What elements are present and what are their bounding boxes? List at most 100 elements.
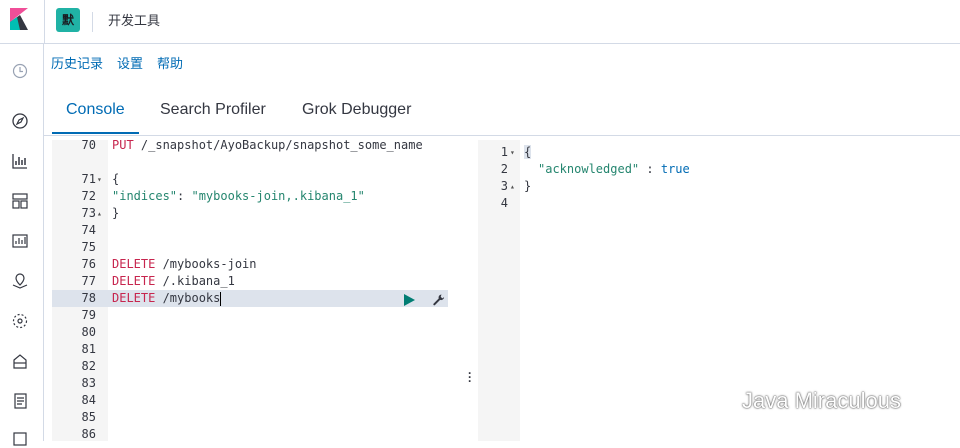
drag-handle-icon[interactable]: · · · xyxy=(467,367,473,387)
response-line: 3 ▴ } xyxy=(478,178,960,195)
code-text: PUT /_snapshot/AyoBackup/snapshot_some_n… xyxy=(112,140,423,154)
line-number: 77 xyxy=(81,274,96,288)
line-number: 4 xyxy=(500,196,508,210)
editor-line: 76 DELETE /mybooks-join xyxy=(52,256,448,273)
discover-compass-icon[interactable] xyxy=(11,112,29,130)
tab-grok-debugger[interactable]: Grok Debugger xyxy=(288,88,425,132)
request-path: /mybooks-join xyxy=(155,257,257,271)
json-value: "mybooks-join,.kibana_1" xyxy=(191,189,365,203)
header-divider xyxy=(44,0,45,44)
http-method: PUT xyxy=(112,140,134,152)
editor-line: 85 xyxy=(52,409,448,426)
editor-line: 70 PUT /_snapshot/AyoBackup/snapshot_som… xyxy=(52,140,448,154)
wrench-icon[interactable] xyxy=(432,293,446,307)
line-number: 82 xyxy=(81,359,96,373)
panel-resizer[interactable] xyxy=(463,136,477,441)
line-number: 83 xyxy=(81,376,96,390)
visualize-chart-icon[interactable] xyxy=(11,152,29,170)
editor-line: 82 xyxy=(52,358,448,375)
code-text: DELETE /mybooks-join xyxy=(112,256,257,273)
request-path: /.kibana_1 xyxy=(155,274,235,288)
kibana-logo-icon[interactable] xyxy=(8,8,30,30)
code-text: { xyxy=(524,144,532,161)
json-key: "indices" xyxy=(112,189,178,203)
code-text: { xyxy=(112,172,120,186)
maps-icon[interactable] xyxy=(11,272,29,290)
editor-line: 75 xyxy=(52,239,448,256)
line-number: 78 xyxy=(81,291,96,305)
request-editor[interactable]: 70 PUT /_snapshot/AyoBackup/snapshot_som… xyxy=(52,140,448,441)
editor-line: 77 DELETE /.kibana_1 xyxy=(52,273,448,290)
wechat-icon xyxy=(701,390,732,414)
code-text: DELETE /mybooks xyxy=(112,290,222,307)
ml-icon[interactable] xyxy=(11,312,29,330)
line-number: 74 xyxy=(81,223,96,237)
code-text: } xyxy=(112,206,120,220)
fold-open-icon[interactable]: ▾ xyxy=(510,144,515,161)
request-path: /_snapshot/AyoBackup/snapshot_some_name xyxy=(133,140,423,152)
line-number: 3 xyxy=(500,179,508,193)
text-cursor xyxy=(220,291,222,306)
response-line: 1 ▾ { xyxy=(478,144,960,161)
fold-close-icon[interactable]: ▴ xyxy=(97,205,102,222)
top-header: 默 开发工具 xyxy=(0,0,960,44)
left-nav xyxy=(0,44,44,446)
json-value: true xyxy=(660,162,690,176)
line-number: 81 xyxy=(81,342,96,356)
editor-line: 74 xyxy=(52,222,448,239)
infrastructure-icon[interactable] xyxy=(11,352,29,370)
space-avatar[interactable]: 默 xyxy=(56,8,80,32)
devtools-tabs: Console Search Profiler Grok Debugger xyxy=(52,88,960,134)
editor-line: 73 ▴ } xyxy=(52,205,448,222)
tabs-divider xyxy=(44,135,960,136)
json-key: "acknowledged" xyxy=(538,162,640,176)
fold-open-icon[interactable]: ▾ xyxy=(97,171,102,188)
editor-line: 83 xyxy=(52,375,448,392)
editor-line: 80 xyxy=(52,324,448,341)
watermark: Java Miraculous xyxy=(700,386,901,416)
editor-line: 79 xyxy=(52,307,448,324)
line-number: 72 xyxy=(81,189,96,203)
http-method: DELETE xyxy=(112,291,156,305)
code-text: DELETE /.kibana_1 xyxy=(112,273,235,290)
watermark-text: Java Miraculous xyxy=(742,388,901,413)
line-number: 86 xyxy=(81,427,96,441)
json-separator: : xyxy=(177,189,192,203)
line-number: 80 xyxy=(81,325,96,339)
settings-link[interactable]: 设置 xyxy=(117,55,143,73)
code-text: "acknowledged" : true xyxy=(538,161,690,178)
editor-line: 71 ▾ { xyxy=(52,171,448,188)
line-number: 76 xyxy=(81,257,96,271)
fold-close-icon[interactable]: ▴ xyxy=(510,178,515,195)
console-menu: 历史记录 设置 帮助 xyxy=(51,55,197,73)
response-line: 4 xyxy=(478,195,960,212)
line-number: 71 xyxy=(81,172,96,186)
line-number: 73 xyxy=(81,206,96,220)
tab-console[interactable]: Console xyxy=(52,88,139,134)
editor-line: 81 xyxy=(52,341,448,358)
logs-icon[interactable] xyxy=(11,392,29,410)
history-link[interactable]: 历史记录 xyxy=(51,55,103,73)
http-method: DELETE xyxy=(112,257,156,271)
send-request-play-icon[interactable] xyxy=(403,293,415,306)
editor-line: 86 xyxy=(52,426,448,441)
editor-line-active: 78 DELETE /mybooks xyxy=(52,290,448,307)
line-number: 2 xyxy=(500,162,508,176)
dashboard-icon[interactable] xyxy=(11,192,29,210)
help-link[interactable]: 帮助 xyxy=(157,55,183,73)
code-highlight: { xyxy=(524,145,532,159)
apm-icon[interactable] xyxy=(11,430,29,448)
editor-line: 84 xyxy=(52,392,448,409)
canvas-icon[interactable] xyxy=(11,232,29,250)
code-text: } xyxy=(524,179,532,193)
line-number: 79 xyxy=(81,308,96,322)
tab-search-profiler[interactable]: Search Profiler xyxy=(146,88,280,132)
line-number: 70 xyxy=(81,140,96,152)
response-line: 2 "acknowledged" : true xyxy=(478,161,960,178)
line-number: 75 xyxy=(81,240,96,254)
page-title: 开发工具 xyxy=(108,13,161,28)
code-text: "indices": "mybooks-join,.kibana_1" xyxy=(112,188,365,205)
recent-clock-icon[interactable] xyxy=(11,62,29,80)
line-number: 84 xyxy=(81,393,96,407)
request-path: /mybooks xyxy=(155,291,221,305)
